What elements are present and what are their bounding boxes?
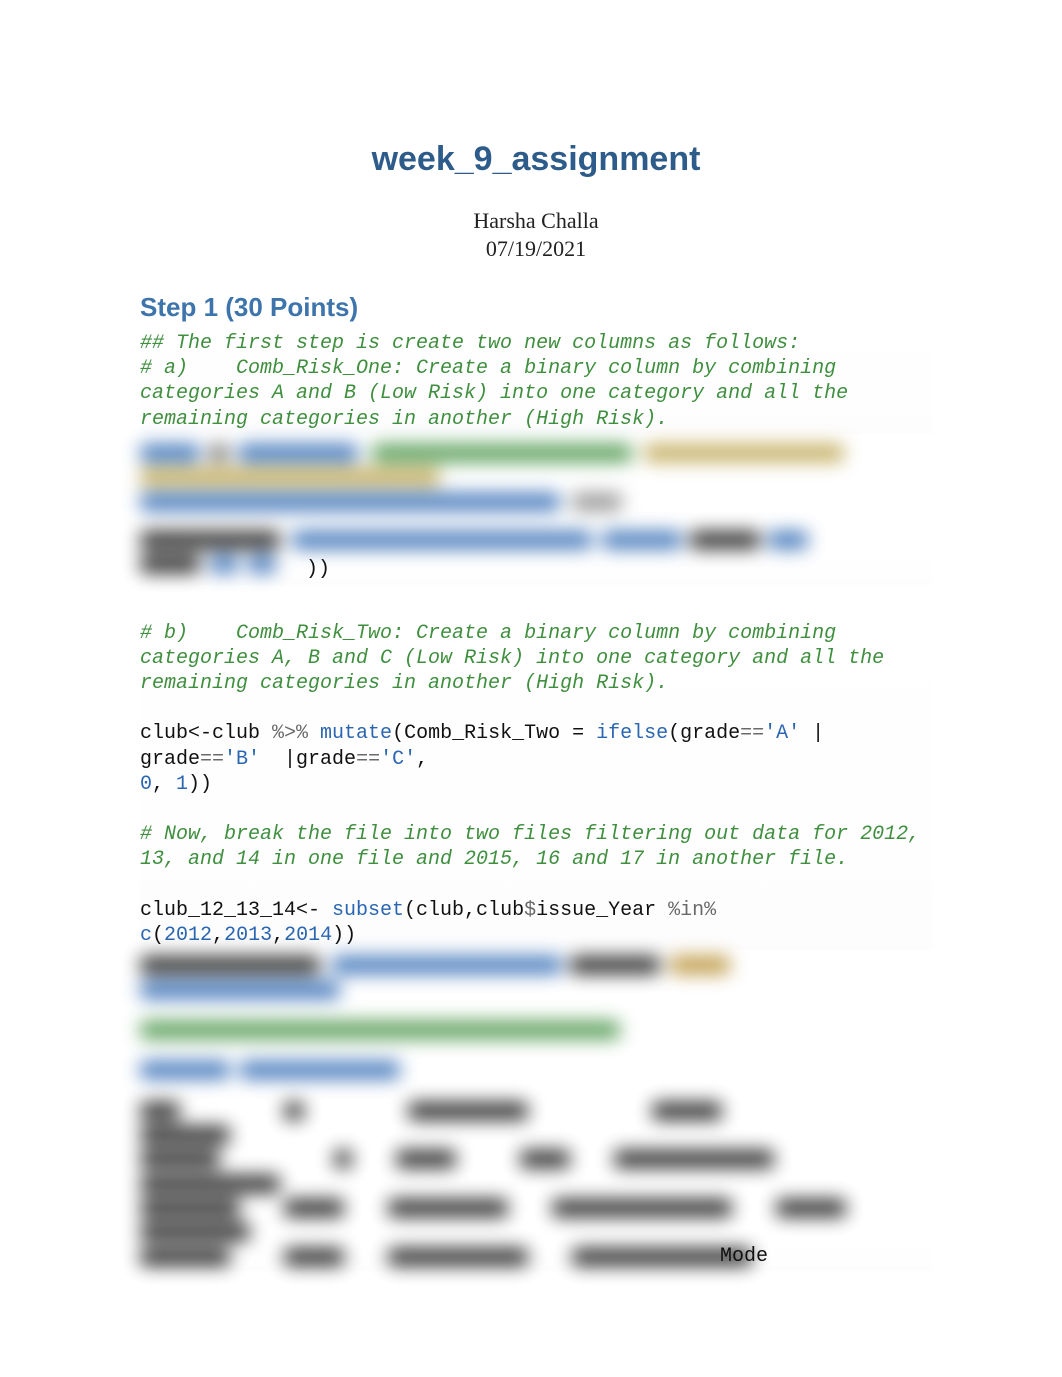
code-text: ,	[152, 773, 176, 796]
document-author: Harsha Challa	[140, 207, 932, 235]
code-text: club_12_13_14<-	[140, 899, 332, 922]
code-number: 0	[140, 773, 152, 796]
code-text: ,	[272, 924, 284, 947]
code-block: # b) Comb_Risk_Two: Create a binary colu…	[140, 619, 932, 950]
code-function: mutate	[308, 722, 392, 745]
code-string: 'B'	[224, 748, 260, 771]
code-function: ifelse	[596, 722, 668, 745]
code-text: ))	[332, 924, 356, 947]
code-number: 2014	[284, 924, 332, 947]
code-text: club<-club	[140, 722, 272, 745]
code-text: (grade	[668, 722, 740, 745]
blurred-preview-region	[140, 956, 932, 1266]
code-function: subset	[332, 899, 404, 922]
code-text: ))	[188, 773, 212, 796]
document-date: 07/19/2021	[140, 235, 932, 263]
code-text: grade	[140, 748, 200, 771]
code-text: (Comb_Risk_Two =	[392, 722, 596, 745]
code-operator: ==	[200, 748, 224, 771]
code-operator: %in%	[668, 899, 716, 922]
code-operator: ==	[740, 722, 764, 745]
code-comment: # b) Comb_Risk_Two: Create a binary colu…	[140, 622, 896, 695]
code-text: (club,club	[404, 899, 524, 922]
section-heading-step1: Step 1 (30 Points)	[140, 292, 932, 323]
code-comment: # a) Comb_Risk_One: Create a binary colu…	[140, 357, 860, 430]
code-operator: %>%	[272, 722, 308, 745]
document-title: week_9_assignment	[140, 140, 932, 179]
code-text: issue_Year	[536, 899, 668, 922]
blurred-preview-region	[140, 444, 932, 574]
code-block: ## The first step is create two new colu…	[140, 329, 932, 434]
code-text: |grade	[260, 748, 356, 771]
code-text: ,	[212, 924, 224, 947]
code-number: 2012	[164, 924, 212, 947]
code-string: 'C'	[380, 748, 416, 771]
code-string: 'A'	[764, 722, 800, 745]
code-operator: ==	[356, 748, 380, 771]
code-number: 2013	[224, 924, 272, 947]
code-comment: ## The first step is create two new colu…	[140, 332, 800, 355]
code-function: c	[140, 924, 152, 947]
code-text: ,	[416, 748, 428, 771]
code-operator: $	[524, 899, 536, 922]
code-text: |	[800, 722, 836, 745]
code-number: 1	[176, 773, 188, 796]
document-page: week_9_assignment Harsha Challa 07/19/20…	[0, 0, 1062, 1331]
code-comment: # Now, break the file into two files fil…	[140, 823, 932, 871]
code-text: (	[152, 924, 164, 947]
